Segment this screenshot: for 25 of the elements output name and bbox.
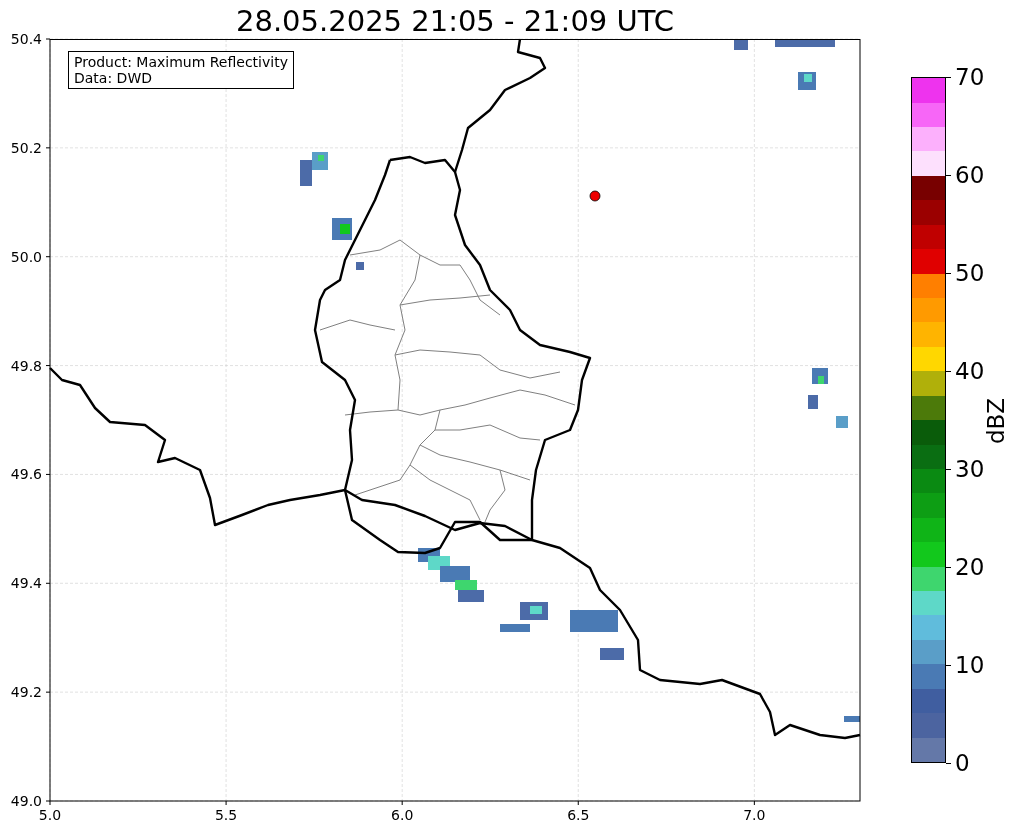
colorbar-label: dBZ (983, 397, 1010, 445)
y-tick-label: 50.2 (10, 139, 42, 156)
y-tick-label: 49.2 (10, 684, 42, 701)
y-tick-label: 49.6 (10, 466, 42, 483)
y-tick-label: 50.0 (10, 248, 42, 265)
location-marker (589, 190, 601, 202)
colorbar-tick-label: 60 (955, 162, 985, 188)
chart-title: 28.05.2025 21:05 - 21:09 UTC (235, 3, 675, 39)
colorbar-tick-label: 20 (955, 554, 985, 580)
colorbar-tick-label: 50 (955, 260, 985, 286)
colorbar-tick-label: 10 (955, 652, 985, 678)
x-tick-label: 5.5 (214, 807, 238, 823)
y-tick-label: 49.4 (10, 575, 42, 592)
y-tick-label: 50.4 (10, 31, 42, 47)
y-tick-label: 49.0 (10, 793, 42, 809)
y-tick-label: 49.8 (10, 357, 42, 374)
colorbar-tick-label: 30 (955, 456, 985, 482)
x-tick-label: 6.5 (567, 807, 590, 823)
annotation-text: Product: Maximum Reflectivity Data: DWD (68, 51, 294, 89)
colorbar-tick-label: 40 (955, 358, 985, 384)
colorbar-tick-label: 70 (955, 64, 985, 90)
x-tick-label: 5.0 (38, 807, 62, 823)
x-tick-label: 6.0 (391, 807, 414, 823)
colorbar-tick-label: 0 (955, 750, 970, 776)
x-tick-label: 7.0 (743, 807, 766, 823)
